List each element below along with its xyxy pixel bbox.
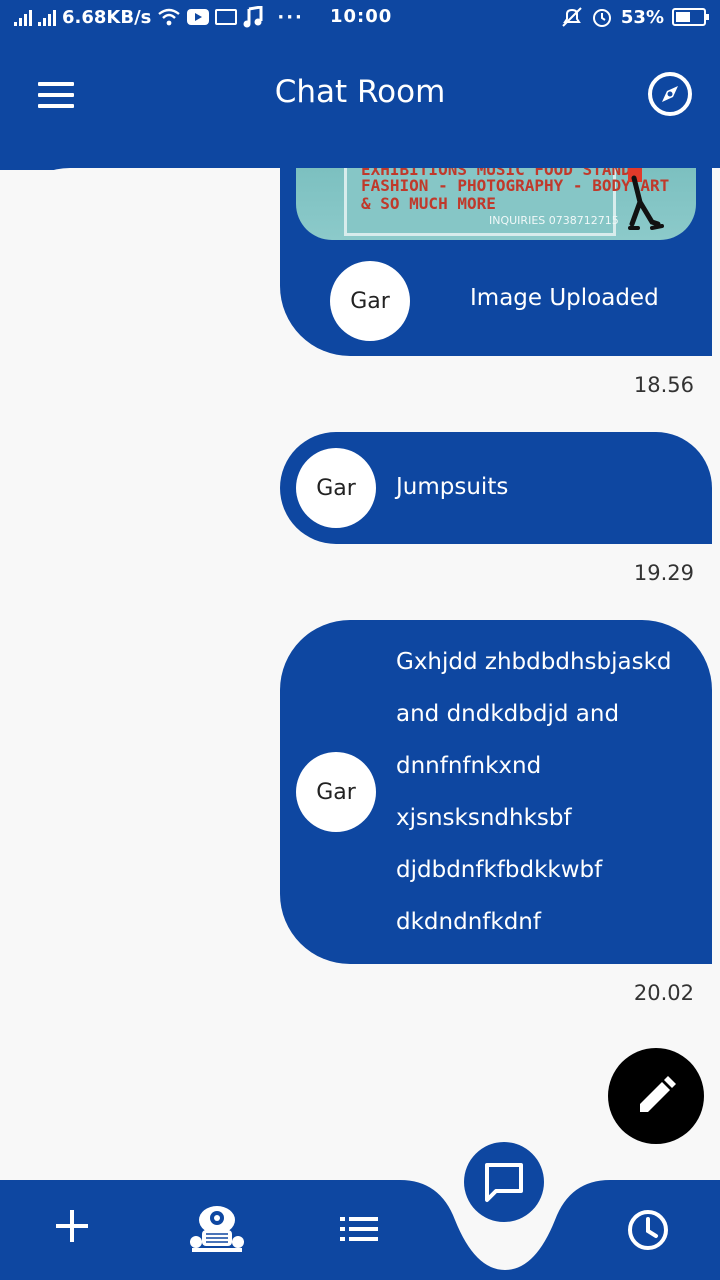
mascot-button[interactable]	[188, 1202, 246, 1258]
chat-button[interactable]	[464, 1142, 544, 1222]
mute-icon	[562, 7, 582, 27]
youtube-icon	[187, 9, 210, 25]
image-text-line: & SO MUCH MORE	[361, 194, 496, 213]
message-text-line: and dndkdbdjd and	[396, 701, 620, 727]
list-icon	[340, 1217, 378, 1241]
avatar[interactable]: Gar	[330, 261, 410, 341]
message-time: 19.29	[633, 561, 694, 585]
battery-percent: 53%	[620, 6, 664, 28]
message-text-line: xjsnsksndhksbf	[396, 805, 572, 831]
clock-icon	[628, 1210, 668, 1250]
mascot-icon	[190, 1206, 244, 1252]
pencil-icon	[640, 1076, 676, 1112]
battery-icon	[672, 8, 709, 26]
message-bubble[interactable]: Gar Gxhjdd zhbdbdhsbjaskd and dndkdbdjd …	[280, 620, 712, 964]
alarm-icon	[592, 9, 611, 27]
music-icon	[243, 6, 263, 28]
message-time: 18.56	[633, 373, 694, 397]
add-button[interactable]	[52, 1206, 92, 1250]
message-text-line: dkdndnfkdnf	[396, 909, 541, 935]
signal-icon	[14, 8, 32, 26]
compose-button[interactable]	[608, 1048, 704, 1144]
chat-icon	[485, 1163, 523, 1202]
avatar[interactable]: Gar	[296, 448, 376, 528]
page-title: Chat Room	[274, 74, 446, 110]
status-bar: 6.68KB/s ··· 10:00 53%	[0, 0, 720, 36]
app-bar: Chat Room	[0, 36, 720, 170]
list-button[interactable]	[340, 1216, 380, 1246]
status-left: 6.68KB/s ···	[14, 6, 304, 28]
compass-icon[interactable]	[646, 70, 694, 118]
uploaded-image[interactable]: EXHIBITIONS MUSIC FOOD STANDS FASHION - …	[296, 168, 696, 240]
chat-content[interactable]: EXHIBITIONS MUSIC FOOD STANDS FASHION - …	[0, 168, 720, 1160]
status-time: 10:00	[330, 6, 393, 27]
message-text: Image Uploaded	[470, 285, 659, 311]
message-text-line: Gxhjdd zhbdbdhsbjaskd	[396, 649, 672, 675]
image-poster: EXHIBITIONS MUSIC FOOD STANDS FASHION - …	[344, 168, 669, 236]
wifi-icon	[158, 8, 181, 26]
plus-icon	[56, 1210, 88, 1242]
figure-illustration	[628, 168, 664, 230]
message-text-line: djdbdnfkfbdkkwbf	[396, 857, 603, 883]
mail-icon	[215, 9, 238, 25]
message-time: 20.02	[633, 981, 694, 1005]
message-text-line: dnnfnfnkxnd	[396, 753, 542, 779]
more-icon: ···	[277, 6, 304, 28]
image-inquiries-text: INQUIRIES 0738712715	[489, 214, 619, 227]
history-button[interactable]	[626, 1208, 670, 1256]
message-bubble[interactable]: Gar Jumpsuits	[280, 432, 712, 544]
avatar[interactable]: Gar	[296, 752, 376, 832]
status-right: 53%	[561, 6, 709, 28]
signal-icon	[38, 8, 56, 26]
message-bubble[interactable]: EXHIBITIONS MUSIC FOOD STANDS FASHION - …	[280, 168, 712, 356]
message-text: Jumpsuits	[396, 474, 509, 500]
network-speed: 6.68KB/s	[62, 6, 152, 28]
